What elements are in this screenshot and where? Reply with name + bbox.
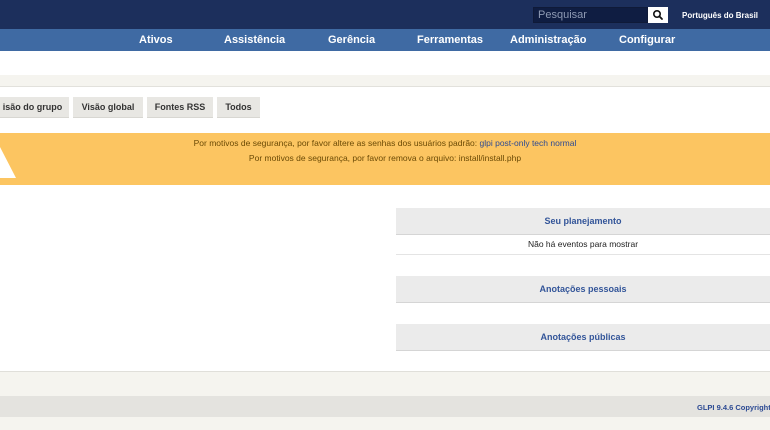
- menu-item-administracao[interactable]: Administração: [510, 34, 586, 46]
- search-button[interactable]: [648, 7, 668, 23]
- warning-line-passwords: Por motivos de segurança, por favor alte…: [0, 138, 770, 148]
- tab-all[interactable]: Todos: [217, 97, 260, 118]
- personal-notes-header[interactable]: Anotações pessoais: [396, 276, 770, 303]
- menu-item-assistencia[interactable]: Assistência: [224, 34, 285, 46]
- separator: [0, 75, 770, 86]
- footer: GLPI 9.4.6 Copyright: [0, 396, 770, 417]
- warning-line-install: Por motivos de segurança, por favor remo…: [248, 153, 522, 163]
- planning-header[interactable]: Seu planejamento: [396, 208, 770, 235]
- menu-item-ativos[interactable]: Ativos: [139, 34, 173, 46]
- menu-item-gerencia[interactable]: Gerência: [328, 34, 375, 46]
- planning-empty-message: Não há eventos para mostrar: [396, 235, 770, 255]
- breadcrumb-bar: [0, 51, 770, 75]
- page-bottom: [0, 417, 770, 430]
- top-header-bar: Português do Brasil: [0, 0, 770, 29]
- warning-text: Por motivos de segurança, por favor alte…: [193, 138, 480, 148]
- copyright-link[interactable]: GLPI 9.4.6 Copyright: [697, 403, 770, 412]
- search-icon: [653, 9, 663, 20]
- tabs-container: isão do grupo Visão global Fontes RSS To…: [0, 86, 770, 134]
- security-warning-banner: Por motivos de segurança, por favor alte…: [0, 133, 770, 185]
- menu-item-ferramentas[interactable]: Ferramentas: [417, 34, 483, 46]
- main-menu: Ativos Assistência Gerência Ferramentas …: [0, 29, 770, 51]
- default-users-link[interactable]: glpi post-only tech normal: [480, 138, 577, 148]
- footer-spacer: [0, 371, 770, 396]
- menu-item-configurar[interactable]: Configurar: [619, 34, 675, 46]
- tab-rss-feeds[interactable]: Fontes RSS: [147, 97, 213, 118]
- language-selector[interactable]: Português do Brasil: [682, 11, 758, 20]
- search-input[interactable]: [533, 7, 648, 23]
- public-notes-header[interactable]: Anotações públicas: [396, 324, 770, 351]
- tab-group-view[interactable]: isão do grupo: [0, 97, 69, 118]
- tab-global-view[interactable]: Visão global: [73, 97, 143, 118]
